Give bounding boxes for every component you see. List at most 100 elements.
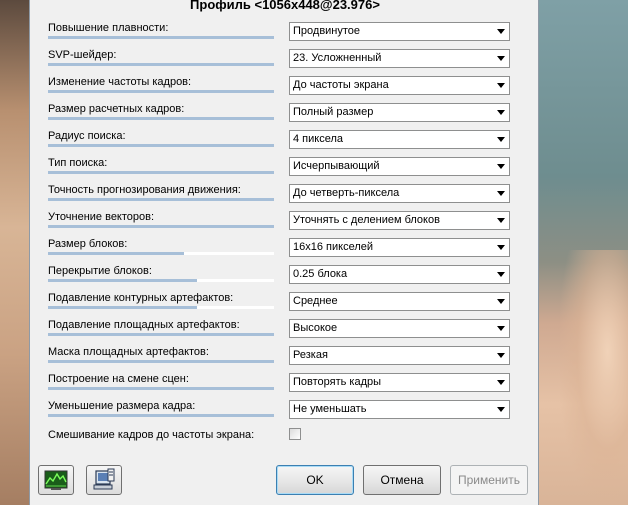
blend-frames-checkbox[interactable] [289, 428, 301, 440]
setting-slider-fill [48, 36, 274, 39]
setting-dropdown[interactable]: Продвинутое [289, 22, 510, 41]
settings-button[interactable] [86, 465, 122, 495]
setting-label: Уменьшение размера кадра: [48, 400, 196, 412]
setting-row: Повышение плавности: Продвинутое [30, 22, 540, 48]
setting-slider[interactable] [48, 225, 274, 228]
setting-dropdown-value: 16x16 пикселей [293, 241, 373, 253]
setting-row: Уменьшение размера кадра: Не уменьшать [30, 400, 540, 426]
setting-row: Подавление площадных артефактов: Высокое [30, 319, 540, 345]
chevron-down-icon [497, 164, 505, 169]
setting-slider-fill [48, 333, 274, 336]
setting-dropdown[interactable]: Среднее [289, 292, 510, 311]
setting-dropdown[interactable]: Не уменьшать [289, 400, 510, 419]
setting-dropdown-value: Уточнять с делением блоков [293, 214, 440, 226]
setting-dropdown[interactable]: Полный размер [289, 103, 510, 122]
setting-row: Радиус поиска: 4 пиксела [30, 130, 540, 156]
setting-slider-fill [48, 171, 274, 174]
setting-slider[interactable] [48, 414, 274, 417]
setting-label: Точность прогнозирования движения: [48, 184, 241, 196]
setting-slider[interactable] [48, 333, 274, 336]
setting-slider[interactable] [48, 387, 274, 390]
setting-row: Размер блоков: 16x16 пикселей [30, 238, 540, 264]
setting-label: Уточнение векторов: [48, 211, 155, 223]
background-image-left [0, 0, 30, 505]
setting-label: Размер расчетных кадров: [48, 103, 185, 115]
chevron-down-icon [497, 137, 505, 142]
setting-dropdown-value: Высокое [293, 322, 338, 334]
chevron-down-icon [497, 191, 505, 196]
setting-slider-fill [48, 387, 274, 390]
cancel-button[interactable]: Отмена [363, 465, 441, 495]
setting-row: Точность прогнозирования движения: До чет… [30, 184, 540, 210]
profile-dialog: Профиль <1056x448@23.976> Повышение плав… [29, 0, 539, 505]
setting-slider[interactable] [48, 36, 274, 39]
setting-dropdown[interactable]: Резкая [289, 346, 510, 365]
setting-dropdown-value: Не уменьшать [293, 403, 367, 415]
setting-slider-fill [48, 252, 184, 255]
setting-dropdown-value: 0.25 блока [293, 268, 348, 280]
setting-row: Изменение частоты кадров: До частоты экра… [30, 76, 540, 102]
setting-dropdown-value: До четверть-пиксела [293, 187, 400, 199]
setting-slider[interactable] [48, 90, 274, 93]
chevron-down-icon [497, 353, 505, 358]
setting-dropdown[interactable]: Повторять кадры [289, 373, 510, 392]
setting-row: Уточнение векторов: Уточнять с делением б… [30, 211, 540, 237]
setting-slider[interactable] [48, 198, 274, 201]
setting-slider-fill [48, 279, 198, 282]
setting-dropdown-value: Резкая [293, 349, 328, 361]
setting-dropdown[interactable]: Высокое [289, 319, 510, 338]
setting-slider[interactable] [48, 306, 274, 309]
setting-row: Подавление контурных артефактов: Среднее [30, 292, 540, 318]
setting-slider[interactable] [48, 252, 274, 255]
setting-dropdown[interactable]: 0.25 блока [289, 265, 510, 284]
ok-button[interactable]: OK [276, 465, 354, 495]
chevron-down-icon [497, 245, 505, 250]
setting-dropdown-value: Полный размер [293, 106, 374, 118]
chevron-down-icon [497, 407, 505, 412]
setting-slider[interactable] [48, 171, 274, 174]
setting-dropdown[interactable]: Исчерпывающий [289, 157, 510, 176]
setting-label: Построение на смене сцен: [48, 373, 189, 385]
chevron-down-icon [497, 83, 505, 88]
graph-monitor-icon [44, 470, 68, 490]
chevron-down-icon [497, 299, 505, 304]
setting-slider[interactable] [48, 117, 274, 120]
setting-dropdown-value: 23. Усложненный [293, 52, 382, 64]
blend-frames-label: Смешивание кадров до частоты экрана: [48, 429, 255, 441]
graph-button[interactable] [38, 465, 74, 495]
chevron-down-icon [497, 272, 505, 277]
setting-dropdown[interactable]: 23. Усложненный [289, 49, 510, 68]
setting-dropdown[interactable]: 16x16 пикселей [289, 238, 510, 257]
chevron-down-icon [497, 380, 505, 385]
chevron-down-icon [497, 29, 505, 34]
setting-label: Подавление контурных артефактов: [48, 292, 234, 304]
setting-dropdown[interactable]: До частоты экрана [289, 76, 510, 95]
setting-label: Подавление площадных артефактов: [48, 319, 240, 331]
setting-dropdown[interactable]: Уточнять с делением блоков [289, 211, 510, 230]
setting-row: Построение на смене сцен: Повторять кадры [30, 373, 540, 399]
chevron-down-icon [497, 110, 505, 115]
setting-slider[interactable] [48, 360, 274, 363]
setting-slider-fill [48, 414, 274, 417]
apply-button[interactable]: Применить [450, 465, 528, 495]
setting-dropdown-value: 4 пиксела [293, 133, 343, 145]
setting-slider-fill [48, 306, 198, 309]
setting-slider[interactable] [48, 144, 274, 147]
setting-label: Перекрытие блоков: [48, 265, 152, 277]
chevron-down-icon [497, 218, 505, 223]
chevron-down-icon [497, 326, 505, 331]
setting-label: Маска площадных артефактов: [48, 346, 209, 358]
setting-label: Повышение плавности: [48, 22, 169, 34]
setting-label: Тип поиска: [48, 157, 108, 169]
setting-dropdown[interactable]: До четверть-пиксела [289, 184, 510, 203]
setting-slider[interactable] [48, 279, 274, 282]
setting-slider-fill [48, 117, 274, 120]
setting-slider[interactable] [48, 63, 274, 66]
setting-slider-fill [48, 225, 274, 228]
setting-label: Изменение частоты кадров: [48, 76, 192, 88]
setting-slider-fill [48, 63, 274, 66]
setting-dropdown[interactable]: 4 пиксела [289, 130, 510, 149]
setting-dropdown-value: Повторять кадры [293, 376, 382, 388]
setting-label: Размер блоков: [48, 238, 128, 250]
setting-row: SVP-шейдер: 23. Усложненный [30, 49, 540, 75]
